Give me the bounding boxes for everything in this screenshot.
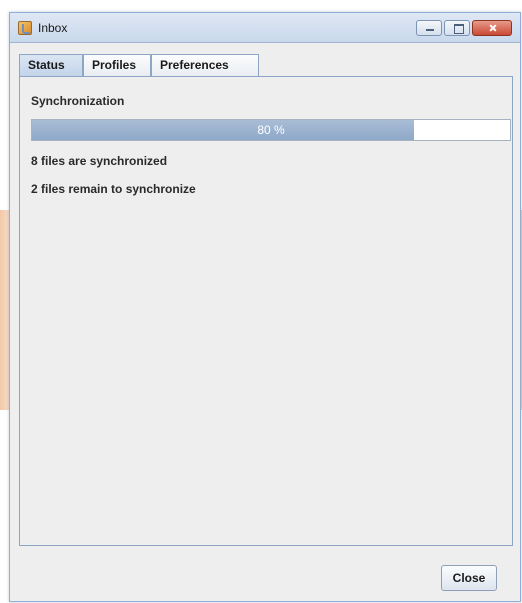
synced-files-text: 8 files are synchronized bbox=[31, 154, 168, 168]
status-panel: Synchronization 80 % 8 files are synchro… bbox=[19, 76, 513, 546]
minimize-button[interactable] bbox=[416, 20, 442, 36]
title-bar[interactable]: Inbox bbox=[10, 13, 520, 43]
remaining-files-text: 2 files remain to synchronize bbox=[31, 182, 196, 196]
minimize-icon bbox=[417, 21, 441, 35]
app-icon bbox=[18, 21, 32, 35]
tab-preferences[interactable]: Preferences bbox=[151, 54, 259, 76]
close-icon bbox=[473, 21, 511, 35]
sync-progress-bar: 80 % bbox=[31, 119, 511, 141]
progress-text: 80 % bbox=[257, 123, 285, 137]
synchronization-label: Synchronization bbox=[31, 94, 125, 108]
close-button[interactable]: Close bbox=[441, 565, 497, 591]
tab-status[interactable]: Status bbox=[19, 54, 83, 76]
background-decoration bbox=[0, 210, 9, 410]
maximize-button[interactable] bbox=[444, 20, 470, 36]
window-title: Inbox bbox=[38, 21, 68, 35]
window-close-button[interactable] bbox=[472, 20, 512, 36]
tab-profiles[interactable]: Profiles bbox=[83, 54, 151, 76]
inbox-window: Inbox Status Profiles Preferences Synchr… bbox=[9, 12, 521, 602]
maximize-icon bbox=[445, 21, 469, 35]
